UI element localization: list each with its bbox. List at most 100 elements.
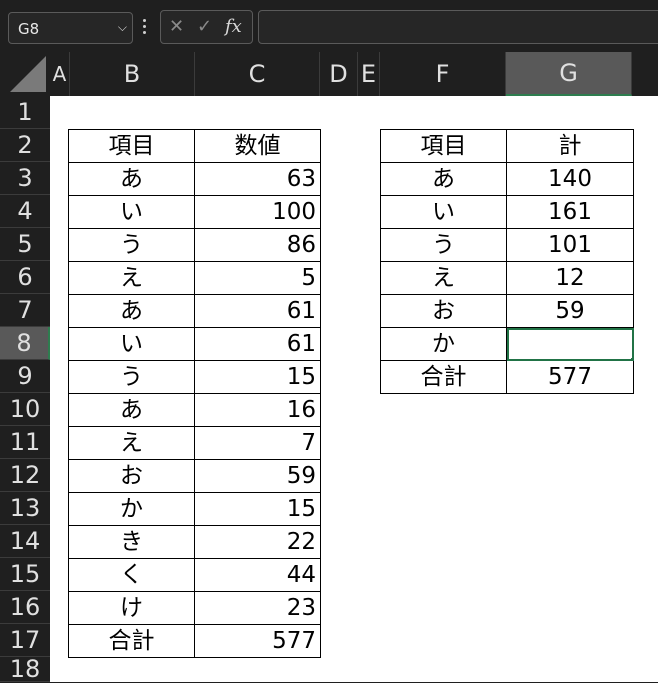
cell[interactable]: あ [68,294,195,328]
cell[interactable]: 140 [506,162,634,196]
cell[interactable]: 項目 [380,129,507,163]
cell[interactable]: き [68,525,195,559]
cell[interactable]: 100 [194,195,321,229]
row-header-14[interactable]: 14 [0,525,50,558]
cell[interactable]: 合計 [68,624,195,658]
cell[interactable]: 59 [194,459,321,493]
cell[interactable]: か [68,492,195,526]
row-header-3[interactable]: 3 [0,162,50,195]
cell[interactable]: 61 [194,327,321,361]
cell[interactable]: え [68,426,195,460]
check-icon[interactable]: ✓ [197,16,212,37]
cell[interactable]: う [68,228,195,262]
row-header-2[interactable]: 2 [0,129,50,162]
formula-bar: G8 ⌵ ✕ ✓ fx [0,0,658,52]
cell[interactable]: え [380,261,507,295]
cell[interactable]: お [380,294,507,328]
cell[interactable]: け [68,591,195,625]
name-box-value: G8 [18,20,40,38]
row-header-5[interactable]: 5 [0,228,50,261]
cell[interactable]: 数値 [194,129,321,163]
cell[interactable]: 161 [506,195,634,229]
cell[interactable]: 577 [194,624,321,658]
row-header-15[interactable]: 15 [0,558,50,591]
chevron-down-icon[interactable]: ⌵ [118,20,127,35]
table-row: あ 63 [68,162,321,196]
formula-buttons: ✕ ✓ fx [160,10,253,44]
cell[interactable]: あ [68,393,195,427]
cell[interactable]: 44 [194,558,321,592]
row-header-6[interactable]: 6 [0,261,50,294]
name-box[interactable]: G8 ⌵ [8,12,133,44]
cell[interactable]: う [380,228,507,262]
cell[interactable]: う [68,360,195,394]
insert-function-icon[interactable]: fx [225,16,242,37]
row-header-7[interactable]: 7 [0,294,50,327]
table-row: あ 61 [68,294,321,328]
cell[interactable]: 86 [194,228,321,262]
column-header-d[interactable]: D [320,52,358,96]
column-header-g[interactable]: G [506,52,632,96]
cell[interactable]: 22 [194,525,321,559]
cell[interactable]: 15 [194,360,321,394]
row-header-4[interactable]: 4 [0,195,50,228]
cell[interactable]: あ [380,162,507,196]
cell[interactable]: 101 [506,228,634,262]
row-header-8[interactable]: 8 [0,327,50,360]
select-all-corner[interactable] [0,52,50,96]
column-header-a[interactable]: A [50,52,70,96]
cell[interactable]: 15 [194,492,321,526]
sheet-grid[interactable]: 項目 数値 あ 63 い 100 う 86 え5 あ 61 い 61 う 15 あ 16 え7… [50,96,658,682]
cell[interactable]: 63 [194,162,321,196]
cell[interactable]: 計 [506,129,634,163]
cell[interactable]: 12 [506,261,634,295]
table-row: い 161 [380,195,634,229]
cell[interactable]: あ [68,162,195,196]
cell[interactable]: く [68,558,195,592]
cell[interactable]: い [68,195,195,229]
row-header-18[interactable]: 18 [0,655,50,683]
table-header-row: 項目 数値 [68,129,321,163]
cell[interactable]: 16 [194,393,321,427]
more-options-icon[interactable] [141,16,147,40]
cell[interactable]: 577 [506,360,634,394]
table-row: い 100 [68,195,321,229]
cell[interactable]: え [68,261,195,295]
formula-input[interactable] [258,10,658,44]
cell[interactable]: お [68,459,195,493]
row-header-16[interactable]: 16 [0,591,50,624]
row-header-13[interactable]: 13 [0,492,50,525]
data-table: 項目 数値 あ 63 い 100 う 86 え5 あ 61 い 61 う 15 あ 16 え7… [68,129,321,658]
row-header-1[interactable]: 1 [0,96,50,129]
row-header-10[interactable]: 10 [0,393,50,426]
table-header-row: 項目 計 [380,129,634,163]
cell[interactable]: 59 [506,294,634,328]
fill-handle[interactable] [631,358,633,360]
column-header-e[interactable]: E [358,52,380,96]
column-header-c[interactable]: C [195,52,320,96]
selected-cell[interactable] [506,327,634,361]
cell[interactable]: い [380,195,507,229]
table-row: お 59 [68,459,321,493]
cell[interactable]: 合計 [380,360,507,394]
cancel-icon[interactable]: ✕ [169,16,184,37]
row-header-9[interactable]: 9 [0,360,50,393]
cell[interactable]: 7 [194,426,321,460]
row-header-11[interactable]: 11 [0,426,50,459]
cell[interactable]: か [380,327,507,361]
cell[interactable]: 5 [194,261,321,295]
cell[interactable]: 23 [194,591,321,625]
summary-table: 項目 計 あ 140 い 161 う 101 え 12 お 59 か 合計 577 [380,129,634,394]
table-row: え7 [68,426,321,460]
column-header-b[interactable]: B [70,52,195,96]
cell[interactable]: 項目 [68,129,195,163]
cell[interactable]: 61 [194,294,321,328]
table-row: く 44 [68,558,321,592]
cell[interactable]: い [68,327,195,361]
column-header-row: A B C D E F G [0,52,658,96]
column-header-f[interactable]: F [380,52,506,96]
table-row: あ 140 [380,162,634,196]
row-header-12[interactable]: 12 [0,459,50,492]
row-header-17[interactable]: 17 [0,624,50,657]
table-row: か 15 [68,492,321,526]
